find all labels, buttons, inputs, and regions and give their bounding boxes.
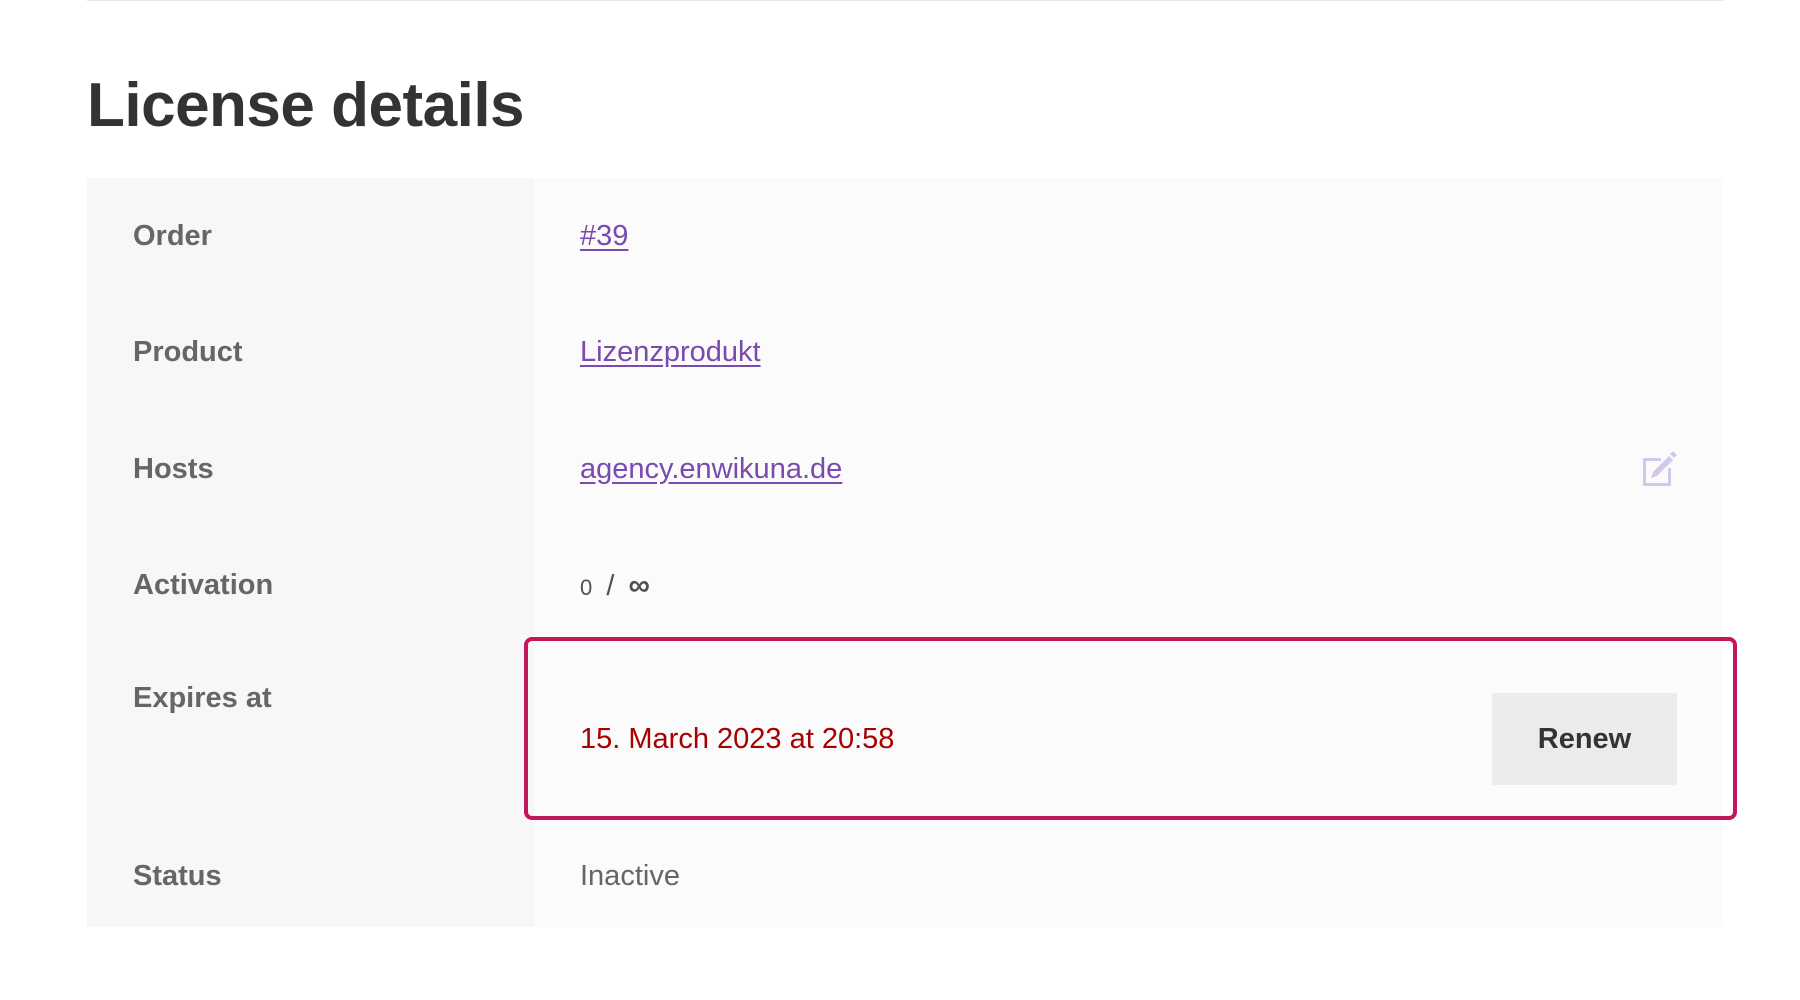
activation-label: Activation	[87, 527, 534, 644]
product-label: Product	[87, 294, 534, 411]
product-link[interactable]: Lizenzprodukt	[580, 336, 761, 369]
expires-row: Expires at 15. March 2023 at 20:58 Renew	[87, 644, 1723, 830]
order-value-cell: #39	[534, 178, 1723, 294]
activation-row: Activation 0 / ∞	[87, 527, 1723, 644]
top-divider	[87, 0, 1723, 1]
activation-max: ∞	[628, 568, 650, 602]
activation-separator: /	[606, 569, 615, 602]
product-row: Product Lizenzprodukt	[87, 294, 1723, 411]
expires-label: Expires at	[87, 644, 534, 830]
page-title: License details	[87, 71, 525, 140]
hosts-value-cell: agency.enwikuna.de	[534, 411, 1723, 527]
activation-count: 0	[580, 574, 593, 600]
activation-value-cell: 0 / ∞	[534, 527, 1723, 644]
hosts-row: Hosts agency.enwikuna.de	[87, 411, 1723, 527]
hosts-label: Hosts	[87, 411, 534, 527]
status-value-cell: Inactive	[534, 830, 1723, 927]
order-row: Order #39	[87, 178, 1723, 294]
order-label: Order	[87, 178, 534, 294]
host-link[interactable]: agency.enwikuna.de	[580, 453, 842, 486]
license-details-table: Order #39 Product Lizenzprodukt Hosts ag…	[87, 178, 1723, 927]
product-value-cell: Lizenzprodukt	[534, 294, 1723, 411]
order-link[interactable]: #39	[580, 220, 628, 253]
activation-value: 0 / ∞	[580, 569, 650, 603]
edit-icon[interactable]	[1639, 450, 1677, 488]
renew-button[interactable]: Renew	[1492, 693, 1677, 785]
status-value: Inactive	[580, 860, 680, 892]
expiry-date: 15. March 2023 at 20:58	[580, 722, 895, 755]
status-row: Status Inactive	[87, 830, 1723, 927]
status-label: Status	[87, 830, 534, 927]
expires-value-cell: 15. March 2023 at 20:58 Renew	[534, 644, 1723, 830]
